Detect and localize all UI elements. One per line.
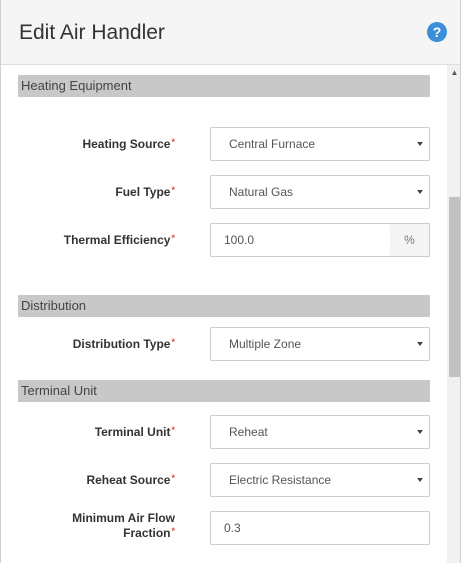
- scroll-up-arrow-icon[interactable]: ▲: [447, 65, 460, 81]
- required-marker: *: [171, 337, 175, 347]
- percent-unit-addon: %: [390, 223, 430, 257]
- thermal-efficiency-label: Thermal Efficiency*: [5, 233, 175, 248]
- heating-source-value: Central Furnace: [229, 137, 316, 151]
- vertical-scrollbar[interactable]: ▲: [447, 65, 460, 563]
- scrollbar-thumb[interactable]: [449, 197, 460, 377]
- required-marker: *: [171, 185, 175, 195]
- section-heading-heating-equipment: Heating Equipment: [18, 75, 430, 97]
- chevron-down-icon: [417, 478, 423, 482]
- heating-source-label: Heating Source*: [5, 137, 175, 152]
- terminal-unit-label-text: Terminal Unit: [94, 425, 171, 439]
- required-marker: *: [171, 473, 175, 483]
- required-marker: *: [171, 425, 175, 435]
- chevron-down-icon: [417, 342, 423, 346]
- thermal-efficiency-label-text: Thermal Efficiency: [63, 233, 171, 247]
- dialog-content: Heating Equipment Heating Source* Centra…: [1, 65, 447, 563]
- reheat-source-label: Reheat Source*: [5, 473, 175, 488]
- required-marker: *: [171, 233, 175, 243]
- heating-source-label-text: Heating Source: [82, 137, 171, 151]
- chevron-down-icon: [417, 430, 423, 434]
- heating-source-select[interactable]: Central Furnace: [210, 127, 430, 161]
- dialog-header: Edit Air Handler ?: [1, 0, 460, 65]
- dialog-title: Edit Air Handler: [19, 21, 165, 44]
- chevron-down-icon: [417, 190, 423, 194]
- distribution-type-value: Multiple Zone: [229, 337, 302, 351]
- minimum-air-flow-label-line2: Fraction*: [123, 526, 175, 540]
- required-marker: *: [171, 137, 175, 147]
- terminal-unit-value: Reheat: [229, 425, 268, 439]
- fuel-type-label: Fuel Type*: [5, 185, 175, 200]
- fuel-type-value: Natural Gas: [229, 185, 294, 199]
- thermal-efficiency-input[interactable]: 100.0: [210, 223, 391, 257]
- question-circle-icon[interactable]: ?: [427, 22, 447, 42]
- distribution-type-label-text: Distribution Type: [72, 337, 171, 351]
- minimum-air-flow-label-line1: Minimum Air Flow: [72, 511, 175, 525]
- reheat-source-label-text: Reheat Source: [86, 473, 171, 487]
- distribution-type-select[interactable]: Multiple Zone: [210, 327, 430, 361]
- distribution-type-label: Distribution Type*: [5, 337, 175, 352]
- required-marker: *: [171, 526, 175, 536]
- reheat-source-select[interactable]: Electric Resistance: [210, 463, 430, 497]
- edit-air-handler-dialog: Edit Air Handler ? Heating Equipment Hea…: [0, 0, 461, 563]
- fuel-type-label-text: Fuel Type: [115, 185, 171, 199]
- terminal-unit-select[interactable]: Reheat: [210, 415, 430, 449]
- thermal-efficiency-value: 100.0: [224, 233, 255, 247]
- minimum-air-flow-fraction-input[interactable]: 0.3: [210, 511, 430, 545]
- reheat-source-value: Electric Resistance: [229, 473, 332, 487]
- minimum-air-flow-fraction-label: Minimum Air Flow Fraction*: [5, 511, 175, 541]
- section-heading-terminal-unit: Terminal Unit: [18, 380, 430, 402]
- fuel-type-select[interactable]: Natural Gas: [210, 175, 430, 209]
- chevron-down-icon: [417, 142, 423, 146]
- terminal-unit-label: Terminal Unit*: [5, 425, 175, 440]
- minimum-air-flow-fraction-value: 0.3: [224, 521, 241, 535]
- section-heading-distribution: Distribution: [18, 295, 430, 317]
